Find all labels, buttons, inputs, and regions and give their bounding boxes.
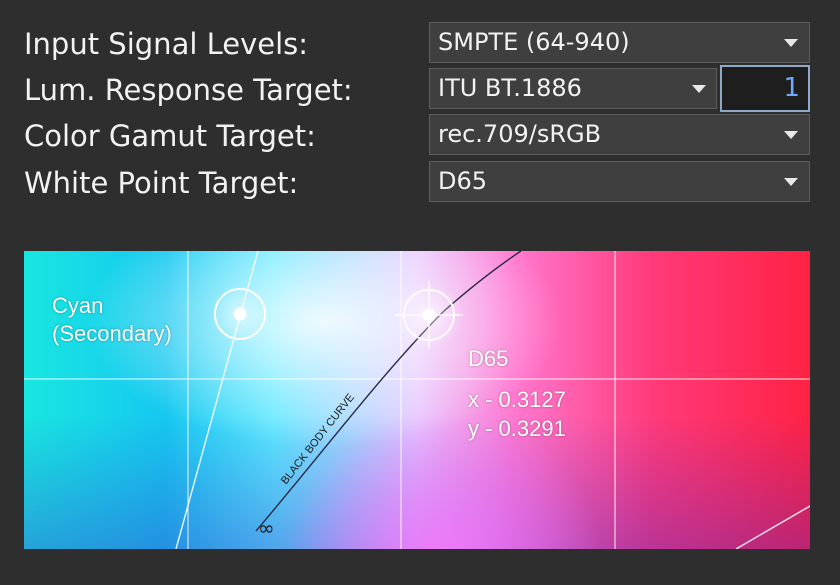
d65-measured-point: [422, 308, 436, 322]
input-signal-levels-value: SMPTE (64-940): [438, 28, 630, 56]
cyan-label: Cyan: [52, 293, 104, 318]
color-gamut-target-label: Color Gamut Target:: [24, 119, 316, 153]
d65-label: D65: [468, 346, 509, 371]
x-coordinate-label: x - 0.3127: [468, 387, 566, 412]
input-signal-levels-label: Input Signal Levels:: [24, 27, 309, 61]
lum-response-target-dropdown[interactable]: ITU BT.1886: [429, 68, 717, 109]
black-body-curve-label: BLACK BODY CURVE: [279, 392, 357, 487]
white-point-target-value: D65: [438, 167, 488, 195]
cyan-secondary-label: (Secondary): [52, 321, 172, 346]
color-gamut-target-dropdown[interactable]: rec.709/sRGB: [429, 114, 810, 155]
chromaticity-diagram: BLACK BODY CURVE ∞ Cyan (Secondary) D65 …: [24, 251, 810, 549]
white-point-target-label: White Point Target:: [24, 166, 299, 200]
gamma-value-input[interactable]: 1: [720, 65, 810, 112]
cyan-measured-point: [233, 307, 247, 321]
chevron-down-icon: [784, 178, 798, 186]
infinity-label: ∞: [258, 516, 275, 540]
y-coordinate-label: y - 0.3291: [468, 416, 566, 441]
chevron-down-icon: [784, 131, 798, 139]
white-point-target-dropdown[interactable]: D65: [429, 161, 810, 202]
chevron-down-icon: [692, 85, 706, 93]
input-signal-levels-dropdown[interactable]: SMPTE (64-940): [429, 22, 810, 63]
lum-response-target-value: ITU BT.1886: [438, 74, 582, 102]
color-gamut-target-value: rec.709/sRGB: [438, 120, 602, 148]
chromaticity-overlay: BLACK BODY CURVE ∞: [24, 251, 810, 549]
gamut-edge-line: [735, 505, 810, 549]
lum-response-target-label: Lum. Response Target:: [24, 73, 353, 107]
chevron-down-icon: [784, 39, 798, 47]
